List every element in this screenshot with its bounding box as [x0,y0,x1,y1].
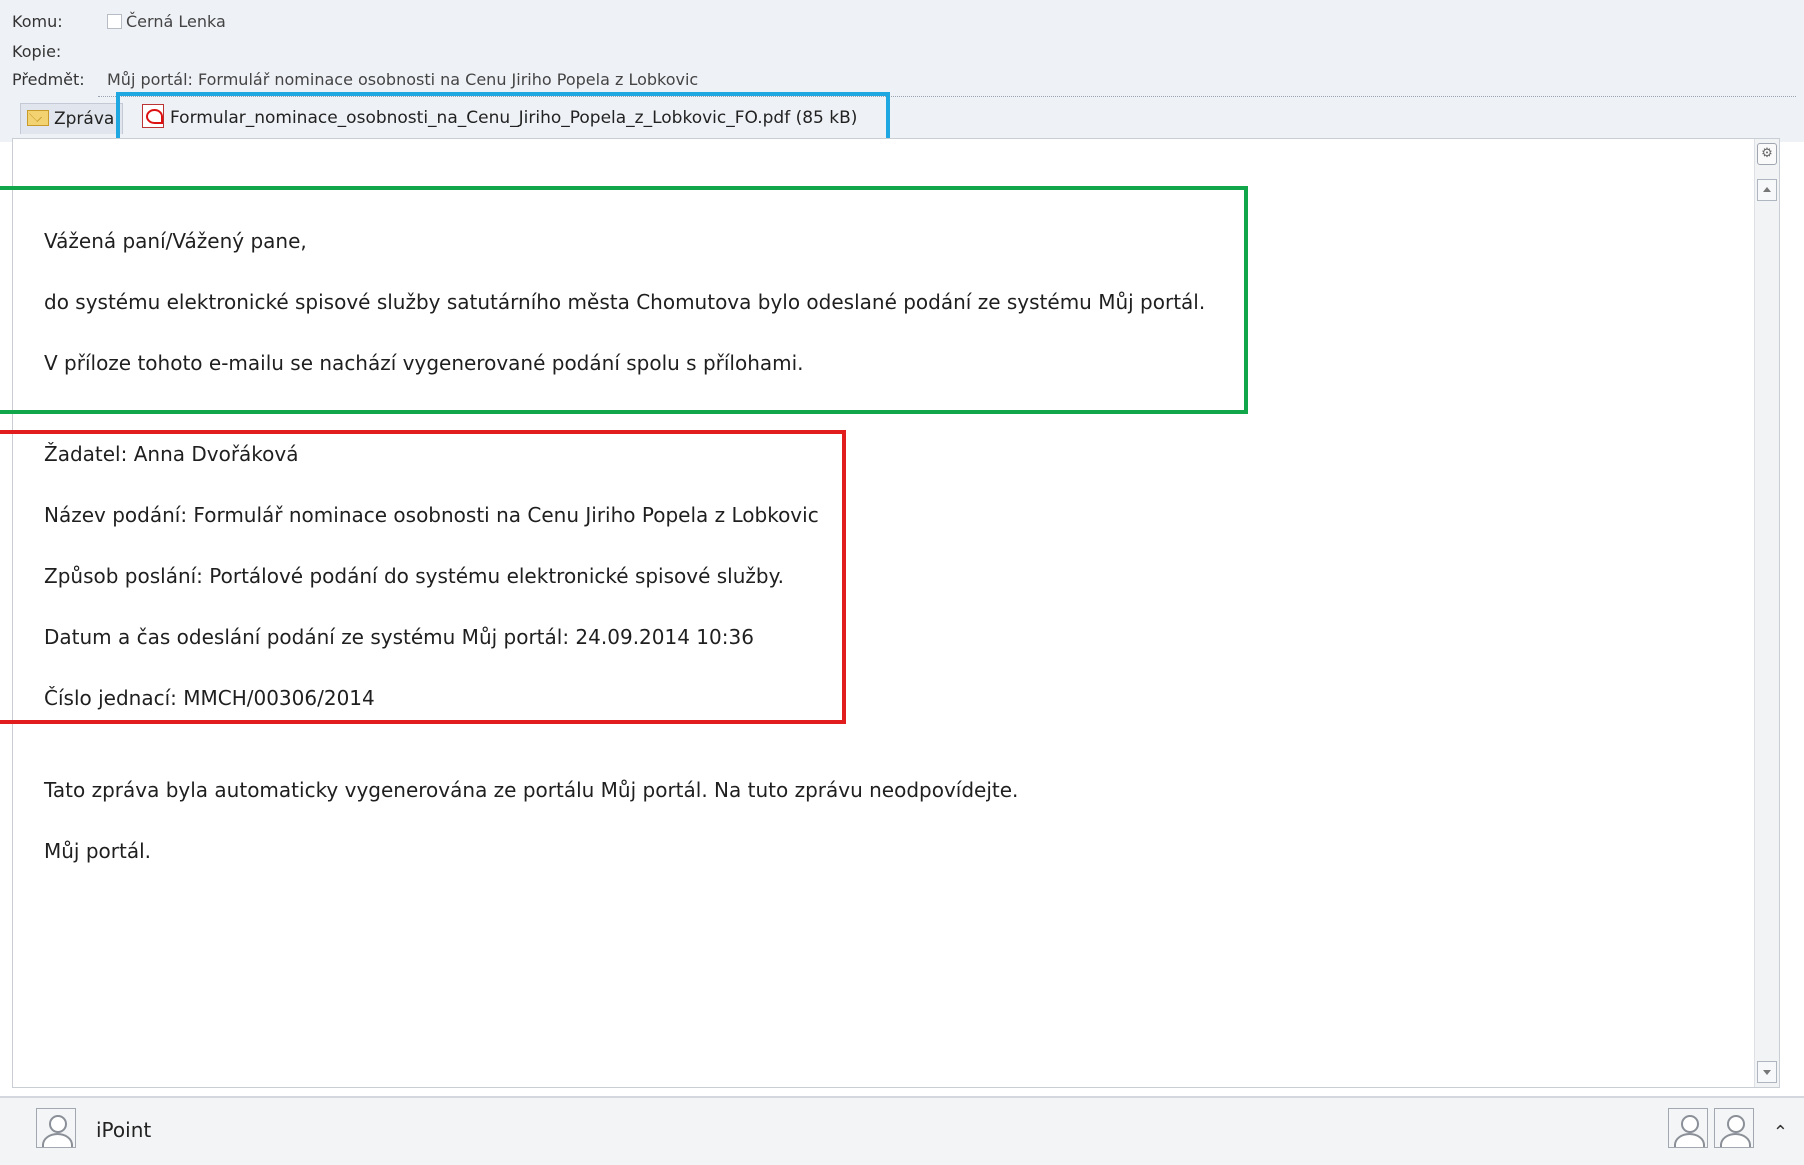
avatar-icon[interactable] [1714,1108,1754,1148]
subject-row: Předmět: Můj portál: Formulář nominace os… [12,70,698,89]
avatar-icon[interactable] [1668,1108,1708,1148]
envelope-icon [27,110,49,126]
scroll-down-icon[interactable] [1757,1061,1777,1083]
subject-value: Můj portál: Formulář nominace osobnosti … [107,70,699,89]
contact-name[interactable]: iPoint [96,1118,151,1142]
avatar-icon[interactable] [36,1108,76,1148]
cc-row: Kopie: [12,42,107,61]
scroll-up-icon[interactable] [1757,179,1777,201]
tab-message[interactable]: Zpráva [20,103,124,134]
signature-text: Můj portál. [44,839,152,863]
auto-note-text: Tato zpráva byla automaticky vygenerován… [44,778,1019,802]
to-recipient[interactable]: Černá Lenka [126,12,226,31]
chevron-up-icon[interactable]: ⌃ [1773,1122,1788,1143]
message-header: Komu: Černá Lenka Kopie: Předmět: Můj port… [0,0,1804,150]
tab-message-label: Zpráva [54,109,115,129]
vertical-scrollbar[interactable]: ⚙ [1754,139,1779,1087]
details-highlight-box [0,430,846,724]
people-pane: iPoint ⌃ [0,1096,1804,1165]
cc-label: Kopie: [12,42,62,61]
subject-label: Předmět: [12,70,85,89]
to-row: Komu: Černá Lenka [12,12,226,31]
recipient-checkbox[interactable] [107,14,122,29]
to-label: Komu: [12,12,63,31]
scroll-settings-icon[interactable]: ⚙ [1757,143,1777,165]
intro-highlight-box [0,186,1248,414]
